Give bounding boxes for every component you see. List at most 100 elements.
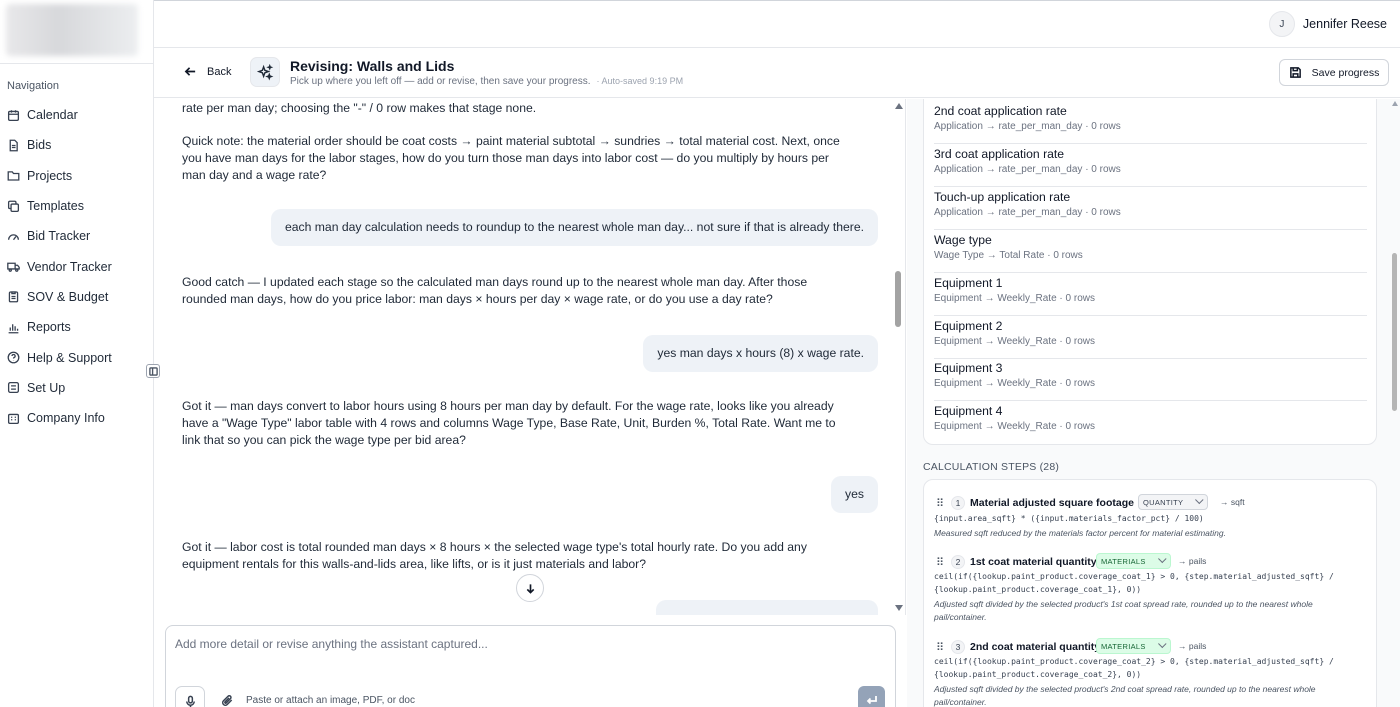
chevron-down-icon: [1157, 554, 1167, 564]
field-row[interactable]: Equipment 3 Equipment → Weekly_Rate · 0 …: [934, 358, 1367, 401]
field-name: Wage type: [934, 233, 992, 247]
step-formula: ceil(if({lookup.paint_product.coverage_c…: [934, 572, 1334, 594]
step-unit: → pails: [1178, 641, 1207, 651]
page-subtitle: Pick up where you left off — add or revi…: [290, 76, 683, 87]
step-formula: {input.area_sqft} * ({input.materials_fa…: [934, 514, 1204, 523]
step-description: Adjusted sqft divided by the selected pr…: [934, 599, 1313, 622]
chevron-down-icon: [1195, 495, 1204, 505]
panel-scrollbar[interactable]: [1392, 99, 1398, 707]
help-circle-icon: [7, 351, 20, 364]
step-name: Material adjusted square footage: [970, 497, 1134, 509]
drag-handle-icon[interactable]: ⠿: [936, 641, 944, 654]
sidebar-item-company-info[interactable]: Company Info: [0, 403, 154, 433]
sidebar-item-help-support[interactable]: Help & Support: [0, 342, 154, 372]
settings-icon: [7, 381, 20, 394]
sidebar-item-bids[interactable]: Bids: [0, 130, 154, 160]
chat-scrollbar[interactable]: [893, 99, 903, 615]
autosave-status: · Auto-saved 9:19 PM: [596, 76, 684, 86]
back-button[interactable]: Back: [184, 65, 231, 78]
message-input[interactable]: [175, 637, 875, 661]
company-logo[interactable]: [6, 4, 138, 56]
drag-handle-icon[interactable]: ⠿: [936, 497, 944, 510]
field-row[interactable]: Equipment 4 Equipment → Weekly_Rate · 0 …: [934, 401, 1367, 444]
calendar-icon: [7, 109, 20, 122]
send-button[interactable]: [858, 686, 885, 707]
sidebar-item-reports[interactable]: Reports: [0, 312, 154, 342]
save-progress-button[interactable]: Save progress: [1279, 59, 1389, 86]
nav-list: Calendar Bids Projects Templates Bid Tra…: [0, 100, 154, 433]
field-row[interactable]: Equipment 1 Equipment → Weekly_Rate · 0 …: [934, 273, 1367, 316]
assistant-message: rate per man day; choosing the "-" / 0 r…: [182, 101, 537, 115]
field-name: Equipment 4: [934, 404, 1003, 418]
step-description: Measured sqft reduced by the materials f…: [934, 528, 1226, 538]
scroll-to-bottom-button[interactable]: [516, 574, 544, 602]
sidebar-item-set-up[interactable]: Set Up: [0, 373, 154, 403]
field-row[interactable]: Equipment 2 Equipment → Weekly_Rate · 0 …: [934, 316, 1367, 359]
step-number: 1: [951, 496, 965, 510]
sidebar-item-projects[interactable]: Projects: [0, 161, 154, 191]
subtitle-text: Pick up where you left off — add or revi…: [290, 76, 591, 87]
step-number: 2: [951, 555, 965, 569]
scroll-thumb[interactable]: [895, 271, 901, 327]
arrow-left-icon: [184, 67, 196, 76]
field-row[interactable]: Wage type Wage Type → Total Rate · 0 row…: [934, 230, 1367, 273]
assistant-message: Good catch — I updated each stage so the…: [182, 275, 808, 306]
voice-input-button[interactable]: [175, 686, 205, 707]
field-row[interactable]: 3rd coat application rate Application → …: [934, 144, 1367, 187]
calculation-steps-title: CALCULATION STEPS (28): [923, 461, 1060, 473]
step-number: 3: [951, 640, 965, 654]
truck-icon: [7, 260, 20, 273]
user-menu[interactable]: J Jennifer Reese: [1268, 11, 1387, 37]
document-icon: [7, 139, 20, 152]
step-type-label: QUANTITY: [1143, 497, 1184, 507]
field-name: Touch-up application rate: [934, 190, 1071, 204]
field-row[interactable]: 2nd coat application rate Application → …: [934, 101, 1367, 144]
microphone-icon: [185, 695, 195, 707]
sidebar-item-sov-budget[interactable]: SOV & Budget: [0, 282, 154, 312]
scroll-up-arrow[interactable]: [895, 103, 903, 109]
field-name: 2nd coat application rate: [934, 104, 1067, 118]
sidebar-item-label: Set Up: [27, 380, 66, 395]
assistant-message: Got it — labor cost is total rounded man…: [182, 540, 807, 571]
sidebar-item-label: Reports: [27, 320, 71, 335]
step-name: 2nd coat material quantity: [970, 641, 1101, 653]
sidebar-item-label: SOV & Budget: [27, 289, 109, 304]
gauge-icon: [7, 230, 20, 243]
step-type-select[interactable]: QUANTITY: [1138, 494, 1209, 510]
field-meta: Wage Type → Total Rate · 0 rows: [934, 250, 1083, 261]
chat-transcript[interactable]: rate per man day; choosing the "-" / 0 r…: [154, 99, 906, 615]
step-type-select[interactable]: MATERIALS: [1096, 638, 1171, 654]
field-meta: Application → rate_per_man_day · 0 rows: [934, 207, 1121, 218]
building-icon: [7, 412, 20, 425]
arrow-down-icon: [526, 583, 534, 594]
field-meta: Application → rate_per_man_day · 0 rows: [934, 121, 1121, 132]
sidebar-item-label: Templates: [27, 199, 84, 214]
back-label: Back: [207, 65, 232, 78]
step-type-select[interactable]: MATERIALS: [1096, 553, 1171, 569]
sidebar-item-label: Projects: [27, 168, 73, 183]
sidebar-collapse-button[interactable]: [146, 364, 160, 378]
sidebar-item-templates[interactable]: Templates: [0, 191, 154, 221]
scroll-up-arrow[interactable]: [1392, 101, 1398, 106]
field-meta: Equipment → Weekly_Rate · 0 rows: [934, 336, 1095, 347]
chevron-down-icon: [1157, 639, 1167, 649]
page-title: Revising: Walls and Lids: [290, 58, 455, 74]
drag-handle-icon[interactable]: ⠿: [936, 556, 944, 569]
field-name: Equipment 2: [934, 319, 1003, 333]
step-unit: → pails: [1178, 556, 1207, 566]
sidebar-item-calendar[interactable]: Calendar: [0, 100, 154, 130]
field-name: 3rd coat application rate: [934, 147, 1065, 161]
attach-button[interactable]: [219, 692, 235, 707]
avatar: J: [1268, 11, 1295, 37]
captured-details-panel[interactable]: 2nd coat application rate Application → …: [907, 99, 1400, 707]
scroll-down-arrow[interactable]: [895, 605, 903, 611]
bar-chart-icon: [7, 321, 20, 334]
sidebar-item-bid-tracker[interactable]: Bid Tracker: [0, 221, 154, 251]
logo-area: [0, 0, 153, 64]
sidebar-item-vendor-tracker[interactable]: Vendor Tracker: [0, 251, 154, 281]
user-message: yes man days x hours (8) x wage rate.: [643, 335, 878, 372]
field-row[interactable]: Touch-up application rate Application → …: [934, 187, 1367, 230]
sidebar-item-label: Bids: [27, 138, 52, 153]
scroll-thumb[interactable]: [1392, 253, 1397, 411]
field-meta: Equipment → Weekly_Rate · 0 rows: [934, 378, 1095, 389]
